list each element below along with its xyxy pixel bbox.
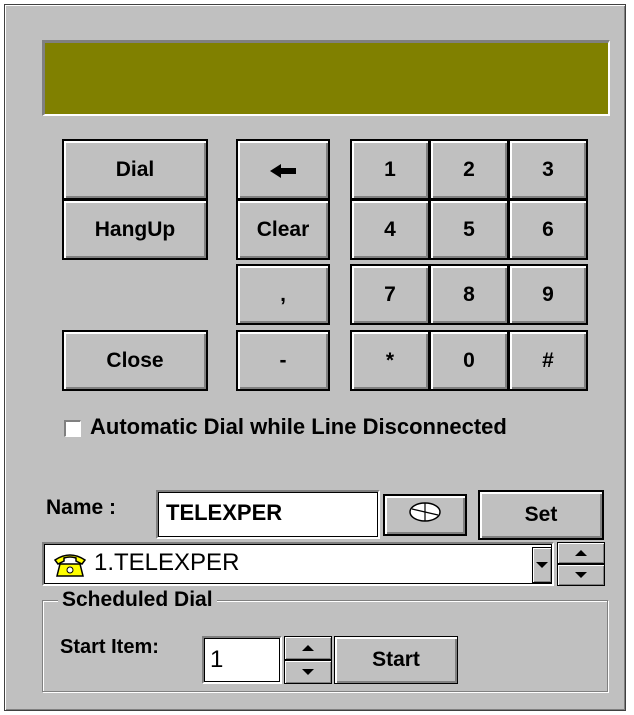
backspace-arrow-icon <box>270 154 296 185</box>
hangup-button[interactable]: HangUp <box>62 199 208 260</box>
key-3[interactable]: 3 <box>508 139 588 200</box>
auto-dial-label: Automatic Dial while Line Disconnected <box>90 414 507 439</box>
key-1[interactable]: 1 <box>350 139 430 200</box>
key-2[interactable]: 2 <box>429 139 509 200</box>
close-button[interactable]: Close <box>62 330 208 391</box>
telephone-icon <box>52 550 88 583</box>
scheduled-dial-title: Scheduled Dial <box>58 588 217 612</box>
backspace-button[interactable] <box>236 139 330 200</box>
dash-button[interactable]: - <box>236 330 330 391</box>
key-8[interactable]: 8 <box>429 264 509 325</box>
combo-dropdown-button[interactable] <box>532 547 552 583</box>
set-button[interactable]: Set <box>478 490 604 540</box>
start-button[interactable]: Start <box>334 636 458 684</box>
dial-button[interactable]: Dial <box>62 139 208 200</box>
key-star[interactable]: * <box>350 330 430 391</box>
spin-down-arrow-icon <box>575 572 587 578</box>
spin-up-arrow-icon <box>575 550 587 556</box>
phonebook-spin-up[interactable] <box>557 542 605 564</box>
key-9[interactable]: 9 <box>508 264 588 325</box>
name-input-text: TELEXPER <box>166 500 283 525</box>
key-6[interactable]: 6 <box>508 199 588 260</box>
comma-button[interactable]: , <box>236 264 330 325</box>
phonebook-spinner[interactable] <box>557 542 605 586</box>
number-display <box>42 40 610 116</box>
start-spin-up-arrow-icon <box>302 645 314 651</box>
key-hash[interactable]: # <box>508 330 588 391</box>
key-7[interactable]: 7 <box>350 264 430 325</box>
start-item-spin-down[interactable] <box>284 660 332 684</box>
start-item-input[interactable]: 1 <box>202 636 282 684</box>
key-4[interactable]: 4 <box>350 199 430 260</box>
start-item-spinner[interactable] <box>284 636 332 684</box>
clear-button[interactable]: Clear <box>236 199 330 260</box>
start-spin-down-arrow-icon <box>302 669 314 675</box>
phonebook-selected: 1.TELEXPER <box>94 549 240 576</box>
name-label: Name : <box>46 496 117 519</box>
start-item-label: Start Item: <box>60 636 159 658</box>
start-item-value: 1 <box>210 646 224 673</box>
start-item-spin-up[interactable] <box>284 636 332 660</box>
phonebook-spin-down[interactable] <box>557 564 605 586</box>
name-input[interactable]: TELEXPER <box>156 490 380 539</box>
key-0[interactable]: 0 <box>429 330 509 391</box>
chevron-down-icon <box>536 562 548 568</box>
phonebook-combo[interactable]: 1.TELEXPER <box>42 542 554 586</box>
auto-dial-checkbox[interactable] <box>64 420 81 437</box>
phonebook-icon <box>408 501 442 529</box>
phonebook-lookup-button[interactable] <box>383 494 467 536</box>
key-5[interactable]: 5 <box>429 199 509 260</box>
